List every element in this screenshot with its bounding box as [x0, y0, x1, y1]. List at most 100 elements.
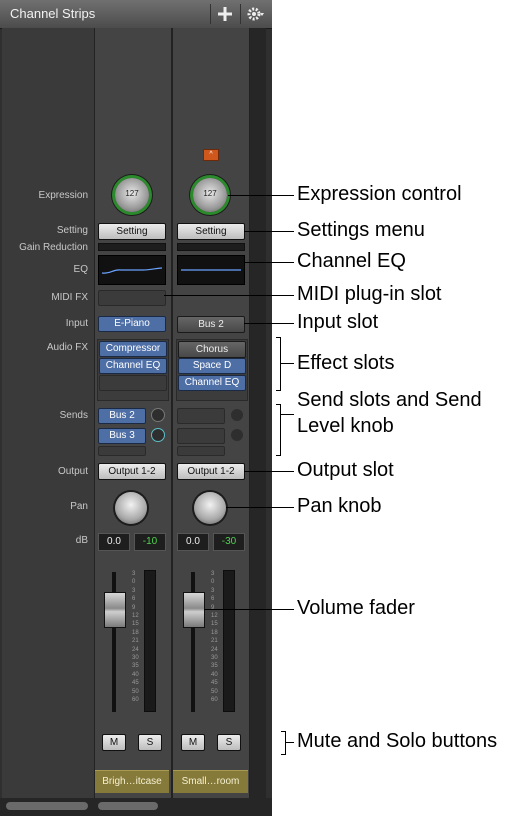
leader-volume — [204, 609, 294, 610]
send-level-knob-2-2[interactable] — [230, 428, 244, 442]
scrollbar-thumb-left[interactable] — [6, 802, 88, 810]
output-slot-2[interactable]: Output 1-2 — [177, 463, 245, 480]
bracket-effects-bottom — [276, 390, 281, 391]
eq-curve-icon-2 — [181, 269, 241, 271]
meter-scale-tick: 3 — [132, 587, 136, 594]
add-strip-button[interactable] — [210, 4, 239, 24]
send-slot-2-empty[interactable] — [177, 446, 225, 456]
bracket-sends-tick — [280, 414, 294, 415]
leader-input — [244, 323, 294, 324]
level-meter — [144, 570, 156, 712]
send-slot-2-1[interactable] — [177, 408, 225, 424]
mute-button-2[interactable]: M — [181, 734, 205, 751]
expression-knob[interactable]: 127 — [115, 178, 149, 212]
eq-thumbnail[interactable] — [98, 255, 166, 285]
send-slot-2-2[interactable] — [177, 428, 225, 444]
meter-scale-tick: 9 — [132, 604, 136, 611]
gear-icon — [247, 7, 264, 21]
expression-knob-2[interactable]: 127 — [193, 178, 227, 212]
callout-midi: MIDI plug-in slot — [297, 283, 442, 305]
audio-fx-slot-1[interactable]: Compressor — [99, 341, 167, 357]
meter-scale-tick: 12 — [211, 613, 218, 620]
input-slot-2[interactable]: Bus 2 — [177, 316, 245, 333]
callout-input: Input slot — [297, 311, 379, 333]
automation-badge[interactable]: ^ — [203, 149, 219, 161]
volume-value-2[interactable]: 0.0 — [177, 533, 209, 551]
bracket-sends-top — [276, 404, 281, 405]
solo-button[interactable]: S — [138, 734, 162, 751]
send-slot-2[interactable]: Bus 3 — [98, 428, 146, 444]
bracket-sends-bottom — [276, 455, 281, 456]
callout-effects: Effect slots — [297, 352, 395, 374]
audio-fx-slot-2-1[interactable]: Chorus — [178, 341, 246, 358]
send-slot-1[interactable]: Bus 2 — [98, 408, 146, 424]
volume-value[interactable]: 0.0 — [98, 533, 130, 551]
settings-gear-button[interactable] — [240, 4, 271, 24]
eq-thumbnail-2[interactable] — [177, 255, 245, 285]
bracket-mute-solo-bottom — [281, 754, 286, 755]
meter-scale-tick: 60 — [211, 697, 218, 704]
eq-curve-icon — [101, 267, 163, 274]
mute-button[interactable]: M — [102, 734, 126, 751]
send-level-knob-1[interactable] — [151, 408, 165, 422]
solo-button-2[interactable]: S — [217, 734, 241, 751]
gain-reduction-meter — [98, 243, 166, 251]
bracket-mute-solo-tick — [285, 742, 294, 743]
label-db: dB — [75, 535, 88, 546]
volume-fader-2[interactable] — [183, 592, 205, 628]
callout-sends-1: Send slots and Send — [297, 389, 482, 411]
label-eq: EQ — [73, 264, 88, 275]
meter-scale-tick: 45 — [211, 680, 218, 687]
callout-output: Output slot — [297, 459, 394, 481]
bracket-effects-tick — [280, 363, 294, 364]
meter-scale-tick: 0 — [211, 579, 215, 586]
label-audio-fx: Audio FX — [46, 342, 88, 353]
audio-fx-slot-2-3[interactable]: Channel EQ — [178, 375, 246, 391]
meter-scale-tick: 24 — [211, 646, 218, 653]
volume-fader[interactable] — [104, 592, 126, 628]
meter-scale-tick: 40 — [211, 671, 218, 678]
label-output: Output — [57, 466, 88, 477]
callout-pan: Pan knob — [297, 495, 382, 517]
send-slot-empty[interactable] — [98, 446, 146, 456]
send-level-knob-2-1[interactable] — [230, 408, 244, 422]
callout-sends-2: Level knob — [297, 415, 394, 437]
track-name[interactable]: Brigh…itcase — [95, 770, 169, 793]
meter-scale-tick: 9 — [211, 604, 215, 611]
meter-scale-tick: 18 — [132, 629, 139, 636]
peak-value[interactable]: -10 — [134, 533, 166, 551]
meter-scale-tick: 30 — [211, 655, 218, 662]
meter-scale-tick: 6 — [132, 596, 136, 603]
audio-fx-slot-empty[interactable] — [99, 375, 167, 391]
label-setting: Setting — [56, 225, 88, 236]
peak-value-2[interactable]: -30 — [213, 533, 245, 551]
pan-knob[interactable] — [115, 492, 147, 524]
setting-button[interactable]: Setting — [98, 223, 166, 240]
audio-fx-slot-2[interactable]: Channel EQ — [99, 358, 167, 374]
input-slot[interactable]: E-Piano — [98, 316, 166, 332]
setting-button-2[interactable]: Setting — [177, 223, 245, 240]
meter-scale-tick: 24 — [132, 646, 139, 653]
meter-scale-tick: 6 — [211, 596, 215, 603]
expression-value: 127 — [125, 189, 139, 198]
panel-title: Channel Strips — [10, 6, 96, 21]
meter-scale-tick: 45 — [132, 680, 139, 687]
audio-fx-slot-2-2[interactable]: Space D — [178, 358, 246, 374]
meter-scale-2: 3 0 3 6 9 12 15 18 21 24 30 35 40 45 50 60 — [211, 570, 221, 705]
midi-fx-slot[interactable] — [98, 290, 166, 306]
meter-scale-tick: 15 — [132, 621, 139, 628]
leader-output — [244, 471, 294, 472]
expression-value-2: 127 — [203, 189, 217, 198]
meter-scale-tick: 21 — [132, 638, 139, 645]
scrollbar-thumb-right[interactable] — [98, 802, 158, 810]
leader-expression — [228, 195, 294, 196]
meter-scale-tick: 40 — [132, 671, 139, 678]
leader-eq — [244, 262, 294, 263]
gain-reduction-meter-2 — [177, 243, 245, 251]
send-level-knob-2[interactable] — [151, 428, 165, 442]
track-name-2[interactable]: Small…room — [173, 770, 248, 793]
output-slot[interactable]: Output 1-2 — [98, 463, 166, 480]
label-input: Input — [65, 318, 88, 329]
horizontal-scrollbar[interactable] — [0, 798, 272, 816]
pan-knob-2[interactable] — [194, 492, 226, 524]
